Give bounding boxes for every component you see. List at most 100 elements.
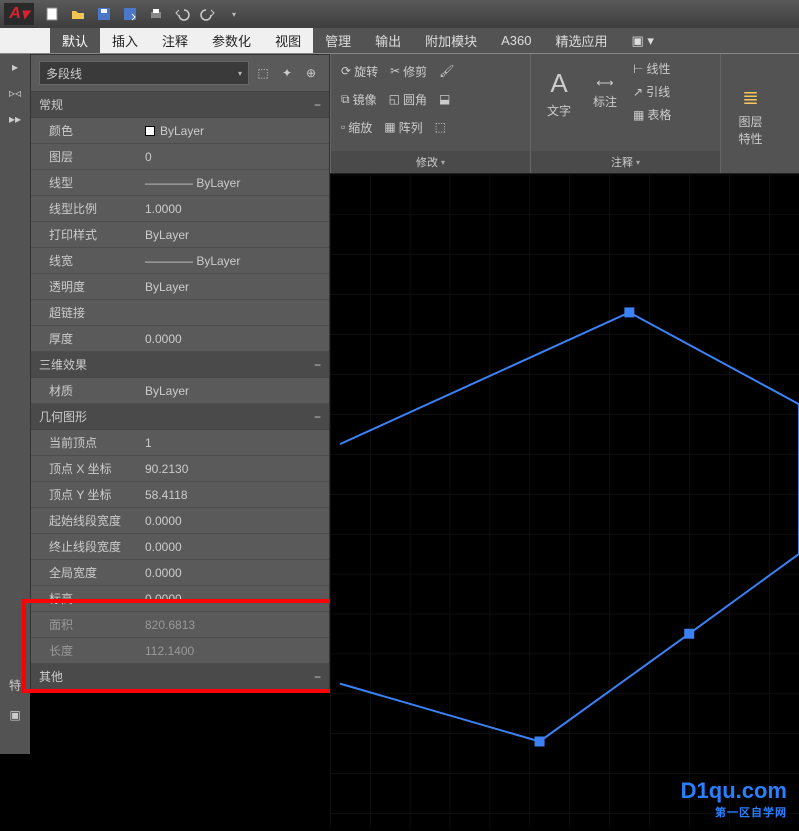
menu-tabs: 默认 插入 注释 参数化 视图 管理 输出 附加模块 A360 精选应用 ▣ ▾ [0,28,799,54]
dim-button[interactable]: ⟷标注 [583,58,627,128]
prop-value[interactable]: 0.0000 [141,514,329,528]
tab-view[interactable]: 视图 [263,28,313,53]
prop-row[interactable]: 超链接 [31,300,329,326]
prop-value[interactable]: 0.0000 [141,332,329,346]
side-props-icon[interactable]: ▣ [6,706,24,724]
side-expand-icon[interactable]: ▸▸ [6,110,24,128]
prop-row[interactable]: 线宽———— ByLayer [31,248,329,274]
table-icon: ▦ [633,108,644,122]
prop-row[interactable]: 终止线段宽度0.0000 [31,534,329,560]
prop-row[interactable]: 顶点 X 坐标90.2130 [31,456,329,482]
fillet-button[interactable]: ◱圆角 [385,89,431,110]
section-geom[interactable]: 几何图形− [31,404,329,430]
prop-value[interactable]: 1.0000 [141,202,329,216]
scale-button[interactable]: ▫缩放 [337,117,376,138]
section-general[interactable]: 常规− [31,92,329,118]
prop-row[interactable]: 起始线段宽度0.0000 [31,508,329,534]
redo-icon[interactable] [196,3,220,25]
prop-row[interactable]: 当前顶点1 [31,430,329,456]
new-icon[interactable] [40,3,64,25]
prop-row[interactable]: 线型比例1.0000 [31,196,329,222]
titlebar: A▾ ▾ [0,0,799,28]
side-collapse-icon[interactable]: ▹◃ [6,84,24,102]
side-pin-icon[interactable]: ▸ [6,58,24,76]
tab-addins[interactable]: 附加模块 [413,28,489,53]
prop-row[interactable]: 线型———— ByLayer [31,170,329,196]
prop-value[interactable]: ———— ByLayer [141,254,329,268]
prop-row[interactable]: 厚度0.0000 [31,326,329,352]
prop-label: 顶点 X 坐标 [31,460,141,477]
prop-row[interactable]: 透明度ByLayer [31,274,329,300]
prop-label: 材质 [31,382,141,399]
tab-output[interactable]: 输出 [363,28,413,53]
color-swatch [145,126,155,136]
prop-value[interactable]: ByLayer [141,124,329,138]
stretch-icon[interactable]: ⬚ [431,118,450,136]
tab-manage[interactable]: 管理 [313,28,363,53]
drawing-canvas[interactable] [330,174,799,828]
prop-value[interactable]: ByLayer [141,280,329,294]
layer-props-button[interactable]: ≣图层 特性 [729,81,773,151]
mirror-button[interactable]: ⧉镜像 [337,89,381,110]
prop-row[interactable]: 图层0 [31,144,329,170]
rotate-button[interactable]: ⟳旋转 [337,61,382,82]
save-icon[interactable] [92,3,116,25]
prop-value[interactable]: 0.0000 [141,540,329,554]
array-icon: ▦ [384,120,395,134]
tab-annotate[interactable]: 注释 [150,28,200,53]
prop-value[interactable]: 90.2130 [141,462,329,476]
pick-icon[interactable]: ⊕ [301,66,321,80]
prop-row[interactable]: 材质ByLayer [31,378,329,404]
prop-label: 终止线段宽度 [31,538,141,555]
prop-row[interactable]: 颜色ByLayer [31,118,329,144]
prop-value[interactable]: ByLayer [141,228,329,242]
rotate-icon: ⟳ [341,64,351,78]
tab-default[interactable]: 默认 [50,28,100,53]
brush-icon[interactable]: 🖌 [435,62,458,80]
annotate-label[interactable]: 注释 [531,151,720,173]
modify-label[interactable]: 修改 [331,151,530,173]
saveas-icon[interactable] [118,3,142,25]
linear-button[interactable]: ⊢线性 [629,58,675,79]
leader-button[interactable]: ↗引线 [629,81,675,102]
open-icon[interactable] [66,3,90,25]
prop-value[interactable]: 0 [141,150,329,164]
app-icon[interactable]: A▾ [4,3,34,25]
prop-value[interactable]: ———— ByLayer [141,176,329,190]
section-3d[interactable]: 三维效果− [31,352,329,378]
prop-value[interactable]: 58.4118 [141,488,329,502]
linear-icon: ⊢ [633,62,643,76]
quickselect-icon[interactable]: ✦ [277,66,297,80]
table-button[interactable]: ▦表格 [629,104,675,125]
prop-row[interactable]: 全局宽度0.0000 [31,560,329,586]
tab-featured[interactable]: 精选应用 [544,28,620,53]
prop-label: 图层 [31,148,141,165]
tab-a360[interactable]: A360 [489,28,543,53]
array-button[interactable]: ▦阵列 [380,117,426,138]
prop-label: 线型比例 [31,200,141,217]
explode-icon[interactable]: ⬓ [435,90,454,108]
qat-dropdown-icon[interactable]: ▾ [222,3,246,25]
prop-value[interactable]: ByLayer [141,384,329,398]
undo-icon[interactable] [170,3,194,25]
fillet-icon: ◱ [389,92,400,106]
print-icon[interactable] [144,3,168,25]
prop-row[interactable]: 顶点 Y 坐标58.4118 [31,482,329,508]
text-button[interactable]: A文字 [537,58,581,128]
ribbon-layer-group: ≣图层 特性 [720,54,780,173]
prop-label: 超链接 [31,304,141,321]
prop-row[interactable]: 打印样式ByLayer [31,222,329,248]
prop-value[interactable]: 1 [141,436,329,450]
quick-access-toolbar: ▾ [40,3,246,25]
tab-focus-icon[interactable]: ▣ ▾ [620,28,666,53]
tab-insert[interactable]: 插入 [100,28,150,53]
prop-value[interactable]: 0.0000 [141,566,329,580]
select-icon[interactable]: ⬚ [253,66,273,80]
trim-button[interactable]: ✂修剪 [386,61,431,82]
prop-label: 打印样式 [31,226,141,243]
layer-icon: ≣ [742,85,759,110]
tab-parametric[interactable]: 参数化 [200,28,263,53]
object-type-dropdown[interactable]: 多段线▾ [39,61,249,85]
scale-icon: ▫ [341,120,345,134]
ribbon-annotate-group: A文字 ⟷标注 ⊢线性 ↗引线 ▦表格 注释 [530,54,720,173]
